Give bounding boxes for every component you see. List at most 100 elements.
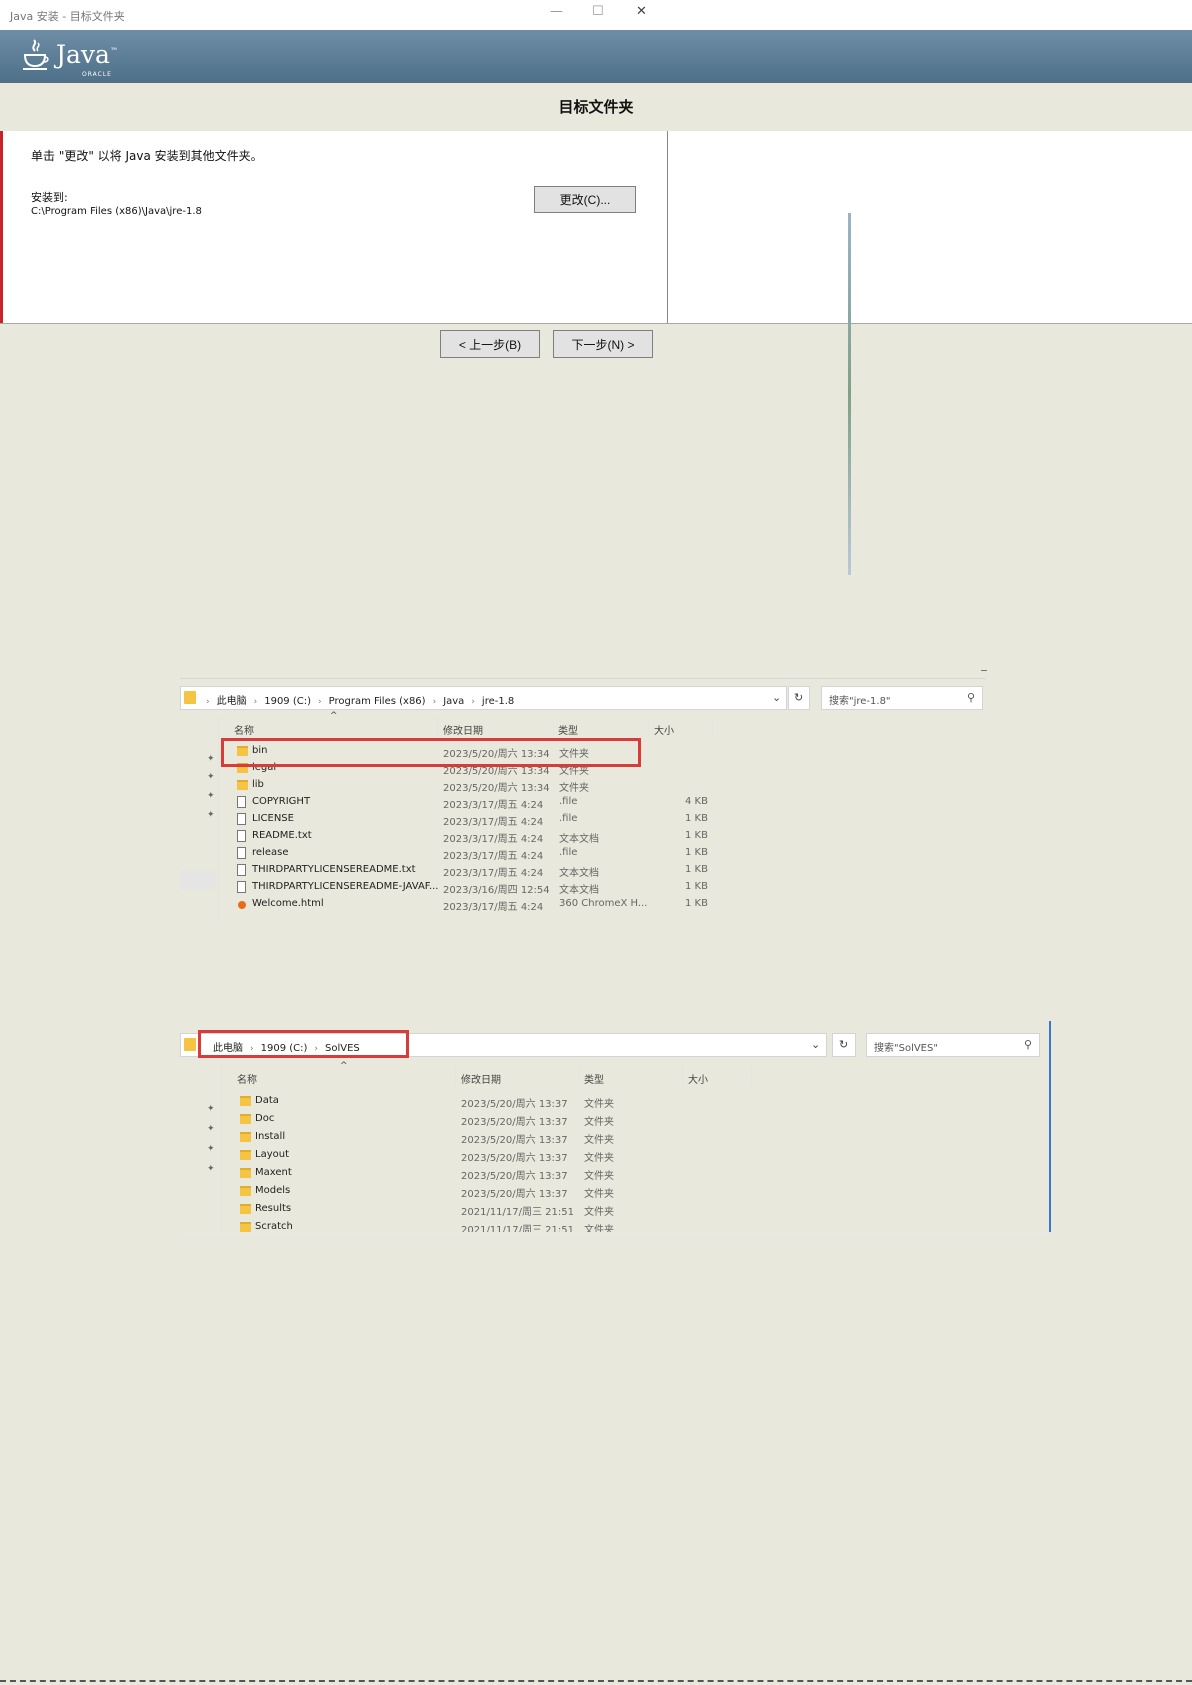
file-icon — [237, 813, 246, 825]
list-item[interactable]: Results 2021/11/17/周三 21:51 文件夹 — [238, 1202, 658, 1218]
list-item[interactable]: Doc 2023/5/20/周六 13:37 文件夹 — [238, 1112, 658, 1128]
chevron-right-icon: › — [206, 697, 210, 707]
dialog-footer: < 上一步(B) 下一步(N) > — [0, 323, 1192, 1685]
list-item[interactable]: COPYRIGHT 2023/3/17/周五 4:24 .file 4 KB — [234, 795, 714, 811]
pin-icon: ✦ — [207, 1144, 215, 1154]
java-installer-window: Java 安装 - 目标文件夹 — ☐ ✕ Java™ ORACLE 目标文件夹… — [0, 0, 1192, 1685]
list-item[interactable]: Maxent 2023/5/20/周六 13:37 文件夹 — [238, 1166, 658, 1182]
breadcrumb-program-files[interactable]: Program Files (x86) — [329, 696, 426, 707]
column-size[interactable]: 大小 — [688, 1071, 708, 1086]
pin-icon: ✦ — [207, 810, 215, 820]
breadcrumb-this-pc[interactable]: 此电脑 — [217, 696, 247, 707]
pin-icon: ✦ — [207, 754, 215, 764]
chevron-right-icon: › — [471, 697, 475, 707]
nav-pane-divider — [221, 1066, 222, 1232]
divider — [180, 1232, 1050, 1233]
column-name[interactable]: 名称 — [237, 1071, 257, 1086]
chevron-down-icon[interactable]: ⌄ — [811, 1038, 820, 1051]
sort-caret-icon: ^ — [330, 711, 338, 721]
column-size[interactable]: 大小 — [654, 722, 674, 737]
text-file-icon — [237, 864, 246, 876]
list-item[interactable]: Data 2023/5/20/周六 13:37 文件夹 — [238, 1094, 658, 1110]
search-icon: ⚲ — [1023, 1038, 1032, 1051]
back-button[interactable]: < 上一步(B) — [440, 330, 540, 358]
breadcrumb-drive[interactable]: 1909 (C:) — [264, 696, 311, 707]
column-divider — [437, 718, 438, 736]
pin-icon: ✦ — [207, 791, 215, 801]
column-date[interactable]: 修改日期 — [461, 1071, 501, 1086]
refresh-button[interactable]: ↻ — [832, 1033, 856, 1057]
minimize-icon[interactable]: — — [550, 4, 563, 19]
chevron-right-icon: › — [253, 697, 258, 707]
folder-icon — [240, 1150, 251, 1160]
pin-icon: ✦ — [207, 1164, 215, 1174]
breadcrumb-java[interactable]: Java — [443, 696, 464, 707]
search-input[interactable]: 搜索"SolVES" ⚲ — [866, 1033, 1040, 1057]
folder-icon — [240, 1186, 251, 1196]
oracle-wordmark: ORACLE — [82, 71, 112, 78]
page-title: 目标文件夹 — [0, 83, 1192, 131]
list-item[interactable]: Welcome.html 2023/3/17/周五 4:24 360 ChromeX… — [234, 897, 714, 913]
pin-icon: ✦ — [207, 1124, 215, 1134]
column-divider — [712, 718, 713, 736]
refresh-icon: ↻ — [794, 691, 804, 704]
window-edge — [1049, 1021, 1051, 1232]
column-type[interactable]: 类型 — [584, 1071, 604, 1086]
list-item[interactable]: README.txt 2023/3/17/周五 4:24 文本文档 1 KB — [234, 829, 714, 845]
folder-icon — [237, 780, 248, 790]
refresh-button[interactable]: ↻ — [788, 686, 810, 710]
list-item[interactable]: lib 2023/5/20/周六 13:34 文件夹 — [234, 778, 714, 794]
java-wordmark: Java™ — [56, 40, 118, 69]
pin-icon: ✦ — [207, 1104, 215, 1114]
nav-pane-divider — [218, 718, 219, 923]
background-edge — [848, 213, 851, 575]
folder-icon — [240, 1132, 251, 1142]
list-item[interactable]: Models 2023/5/20/周六 13:37 文件夹 — [238, 1184, 658, 1200]
column-divider — [648, 718, 649, 736]
pin-icon: ✦ — [207, 772, 215, 782]
chevron-down-icon[interactable]: ⌄ — [772, 691, 781, 704]
address-bar[interactable]: › 此电脑 › 1909 (C:) › Program Files (x86) › Java ›… — [180, 686, 787, 710]
divider — [981, 670, 987, 671]
close-icon[interactable]: ✕ — [636, 4, 647, 19]
column-divider — [579, 1066, 580, 1084]
sort-caret-icon: ^ — [340, 1061, 348, 1071]
column-name[interactable]: 名称 — [234, 722, 254, 737]
chevron-right-icon: › — [318, 697, 322, 707]
folder-icon — [240, 1114, 251, 1124]
list-item[interactable]: LICENSE 2023/3/17/周五 4:24 .file 1 KB — [234, 812, 714, 828]
breadcrumb-jre[interactable]: jre-1.8 — [482, 696, 514, 707]
java-logo: Java™ ORACLE — [22, 34, 142, 80]
refresh-icon: ↻ — [839, 1038, 849, 1051]
list-item[interactable]: release 2023/3/17/周五 4:24 .file 1 KB — [234, 846, 714, 862]
search-placeholder: 搜索"SolVES" — [874, 1043, 938, 1054]
folder-icon — [184, 1038, 196, 1051]
folder-icon — [240, 1096, 251, 1106]
folder-icon — [240, 1222, 251, 1232]
next-button[interactable]: 下一步(N) > — [553, 330, 653, 358]
file-icon — [237, 847, 246, 859]
list-item[interactable]: THIRDPARTYLICENSEREADME-JAVAF... 2023/3/1… — [234, 880, 714, 896]
instruction-text: 单击 "更改" 以将 Java 安装到其他文件夹。 — [31, 149, 263, 163]
page-edge — [0, 1680, 1192, 1682]
change-button[interactable]: 更改(C)... — [534, 186, 636, 213]
file-icon — [237, 796, 246, 808]
maximize-icon[interactable]: ☐ — [592, 4, 604, 19]
java-cup-icon — [22, 38, 50, 77]
list-item[interactable]: THIRDPARTYLICENSEREADME.txt 2023/3/17/周五 … — [234, 863, 714, 879]
list-item[interactable]: Install 2023/5/20/周六 13:37 文件夹 — [238, 1130, 658, 1146]
column-divider — [751, 1066, 752, 1084]
search-input[interactable]: 搜索"jre-1.8" ⚲ — [821, 686, 983, 710]
nav-selection — [180, 871, 216, 889]
column-date[interactable]: 修改日期 — [443, 722, 483, 737]
window-title: Java 安装 - 目标文件夹 — [10, 10, 125, 23]
column-divider — [682, 1066, 683, 1084]
list-item[interactable]: Layout 2023/5/20/周六 13:37 文件夹 — [238, 1148, 658, 1164]
install-path: C:\Program Files (x86)\Java\jre-1.8 — [31, 206, 202, 217]
list-item[interactable]: Scratch 2021/11/17/周三 21:51 文件夹 — [238, 1220, 658, 1232]
folder-icon — [240, 1204, 251, 1214]
highlight-bin-folder — [221, 738, 641, 767]
java-banner: Java™ ORACLE — [0, 30, 1192, 83]
search-placeholder: 搜索"jre-1.8" — [829, 696, 891, 707]
column-type[interactable]: 类型 — [558, 722, 578, 737]
